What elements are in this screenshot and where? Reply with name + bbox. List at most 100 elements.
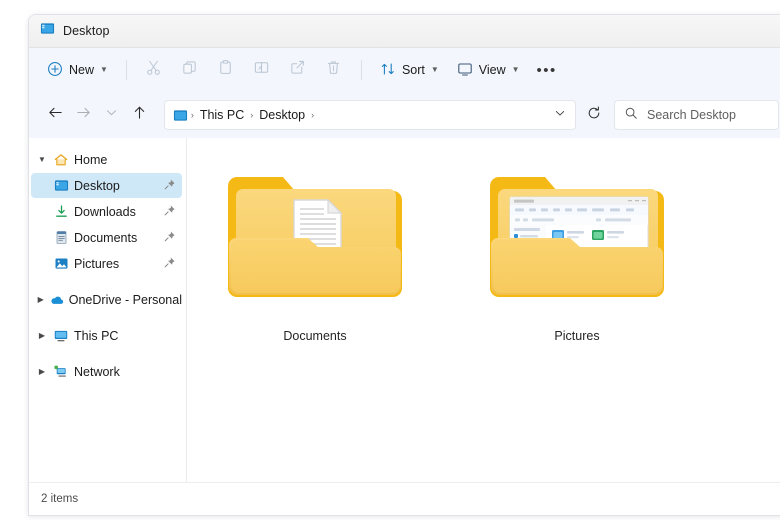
search-box[interactable] — [614, 100, 780, 130]
chevron-right-icon[interactable]: ▶ — [33, 367, 51, 376]
desktop-icon — [51, 178, 71, 193]
file-list-view[interactable]: Documents Pictures — [187, 138, 780, 482]
scissors-icon — [145, 59, 162, 81]
sidebar-item-onedrive[interactable]: ▶ OneDrive - Personal — [31, 287, 182, 312]
plus-circle-icon — [47, 61, 63, 80]
pin-icon[interactable] — [163, 230, 176, 248]
documents-icon — [51, 230, 71, 245]
breadcrumb: › This PC › Desktop › — [173, 108, 547, 123]
sidebar-item-home[interactable]: ▼ Home — [31, 147, 182, 172]
chevron-down-icon — [553, 106, 567, 125]
sidebar-item-label: This PC — [74, 328, 119, 343]
copy-icon — [181, 59, 198, 81]
sort-button[interactable]: Sort ▼ — [372, 55, 447, 85]
refresh-icon — [586, 105, 602, 126]
pin-icon[interactable] — [163, 178, 176, 196]
screenshot-root: Desktop New ▼ A Sort ▼ View ▼ ••• › This… — [0, 0, 780, 520]
paste-button[interactable] — [209, 55, 243, 85]
navigation-pane: ▼ Home Desktop Downloads Documents Pictu… — [29, 138, 187, 482]
downloads-icon — [51, 204, 71, 219]
file-explorer-window: Desktop New ▼ A Sort ▼ View ▼ ••• › This… — [28, 14, 780, 516]
network-icon — [51, 364, 71, 380]
address-dropdown-button[interactable] — [547, 101, 573, 129]
sidebar-item-label: OneDrive - Personal — [68, 292, 182, 307]
sidebar-item-label: Home — [74, 152, 108, 167]
file-item-label: Documents — [283, 329, 347, 343]
recent-locations-button[interactable] — [97, 100, 125, 130]
toolbar-separator-2 — [360, 60, 362, 80]
folder-with-screenshot-icon — [484, 160, 670, 317]
paste-icon — [217, 59, 234, 81]
address-bar-row: › This PC › Desktop › — [29, 92, 780, 138]
folder-desktop-icon — [40, 21, 55, 41]
new-button-label: New — [69, 63, 95, 77]
file-item-documents[interactable]: Documents — [215, 160, 415, 343]
toolbar-separator — [125, 60, 127, 80]
up-button[interactable] — [126, 100, 154, 130]
file-item-pictures[interactable]: Pictures — [477, 160, 677, 343]
file-item-label: Pictures — [554, 329, 600, 343]
folder-with-document-icon — [222, 160, 408, 317]
item-count-label: 2 items — [41, 493, 79, 505]
rename-button[interactable]: A — [245, 55, 279, 85]
view-button-label: View — [478, 63, 506, 77]
chevron-down-icon: ▼ — [100, 65, 108, 74]
sidebar-item-downloads[interactable]: Downloads — [31, 199, 182, 224]
forward-button[interactable] — [69, 100, 97, 130]
view-button[interactable]: View ▼ — [449, 55, 528, 85]
chevron-right-icon[interactable]: ▶ — [33, 331, 51, 340]
command-bar: New ▼ A Sort ▼ View ▼ ••• — [29, 48, 780, 92]
sort-button-label: Sort — [401, 63, 425, 77]
cut-button[interactable] — [137, 55, 171, 85]
window-title: Desktop — [63, 24, 110, 38]
sort-arrows-icon — [380, 61, 396, 80]
new-button[interactable]: New ▼ — [39, 55, 116, 85]
sidebar-item-label: Network — [74, 364, 120, 379]
sidebar-item-desktop[interactable]: Desktop — [31, 173, 182, 198]
chevron-down-icon: ▼ — [430, 65, 439, 74]
sidebar-item-label: Pictures — [74, 256, 120, 271]
monitor-icon — [457, 61, 473, 80]
onedrive-cloud-icon — [49, 292, 66, 308]
chevron-down-icon[interactable]: ▼ — [33, 155, 51, 164]
search-icon — [624, 106, 638, 125]
window-body: ▼ Home Desktop Downloads Documents Pictu… — [29, 138, 780, 482]
ellipsis-icon: ••• — [536, 61, 557, 79]
delete-button[interactable] — [317, 55, 351, 85]
breadcrumb-item-desktop[interactable]: Desktop — [254, 108, 310, 122]
sidebar-item-pictures[interactable]: Pictures — [31, 251, 182, 276]
sidebar-item-this-pc[interactable]: ▶ This PC — [31, 323, 182, 348]
sidebar-item-label: Downloads — [74, 204, 136, 219]
this-pc-icon — [51, 328, 71, 344]
chevron-down-icon: ▼ — [511, 65, 520, 74]
address-bar[interactable]: › This PC › Desktop › — [163, 100, 576, 130]
back-button[interactable] — [41, 100, 69, 130]
rename-icon: A — [253, 59, 270, 81]
pictures-icon — [51, 256, 71, 271]
status-bar: 2 items — [29, 482, 780, 515]
sidebar-item-label: Desktop — [74, 178, 120, 193]
trash-icon — [325, 59, 342, 81]
sidebar-item-documents[interactable]: Documents — [31, 225, 182, 250]
svg-text:A: A — [259, 66, 263, 72]
chevron-right-icon[interactable]: ▶ — [33, 295, 49, 304]
share-button[interactable] — [281, 55, 315, 85]
arrow-right-icon — [75, 104, 92, 126]
search-input[interactable] — [645, 107, 770, 123]
arrow-up-icon — [131, 104, 148, 126]
chevron-down-icon — [104, 105, 119, 125]
pin-icon[interactable] — [163, 256, 176, 274]
pin-icon[interactable] — [163, 204, 176, 222]
title-bar: Desktop — [29, 15, 780, 48]
share-icon — [289, 59, 306, 81]
see-more-button[interactable]: ••• — [530, 55, 564, 85]
items-grid: Documents Pictures — [187, 138, 780, 343]
refresh-button[interactable] — [580, 100, 608, 130]
copy-button[interactable] — [173, 55, 207, 85]
arrow-left-icon — [47, 104, 64, 126]
breadcrumb-separator: › — [311, 110, 315, 120]
sidebar-item-network[interactable]: ▶ Network — [31, 359, 182, 384]
breadcrumb-item-this-pc[interactable]: This PC — [195, 108, 249, 122]
address-bar-actions — [547, 101, 573, 129]
home-icon — [51, 152, 71, 168]
